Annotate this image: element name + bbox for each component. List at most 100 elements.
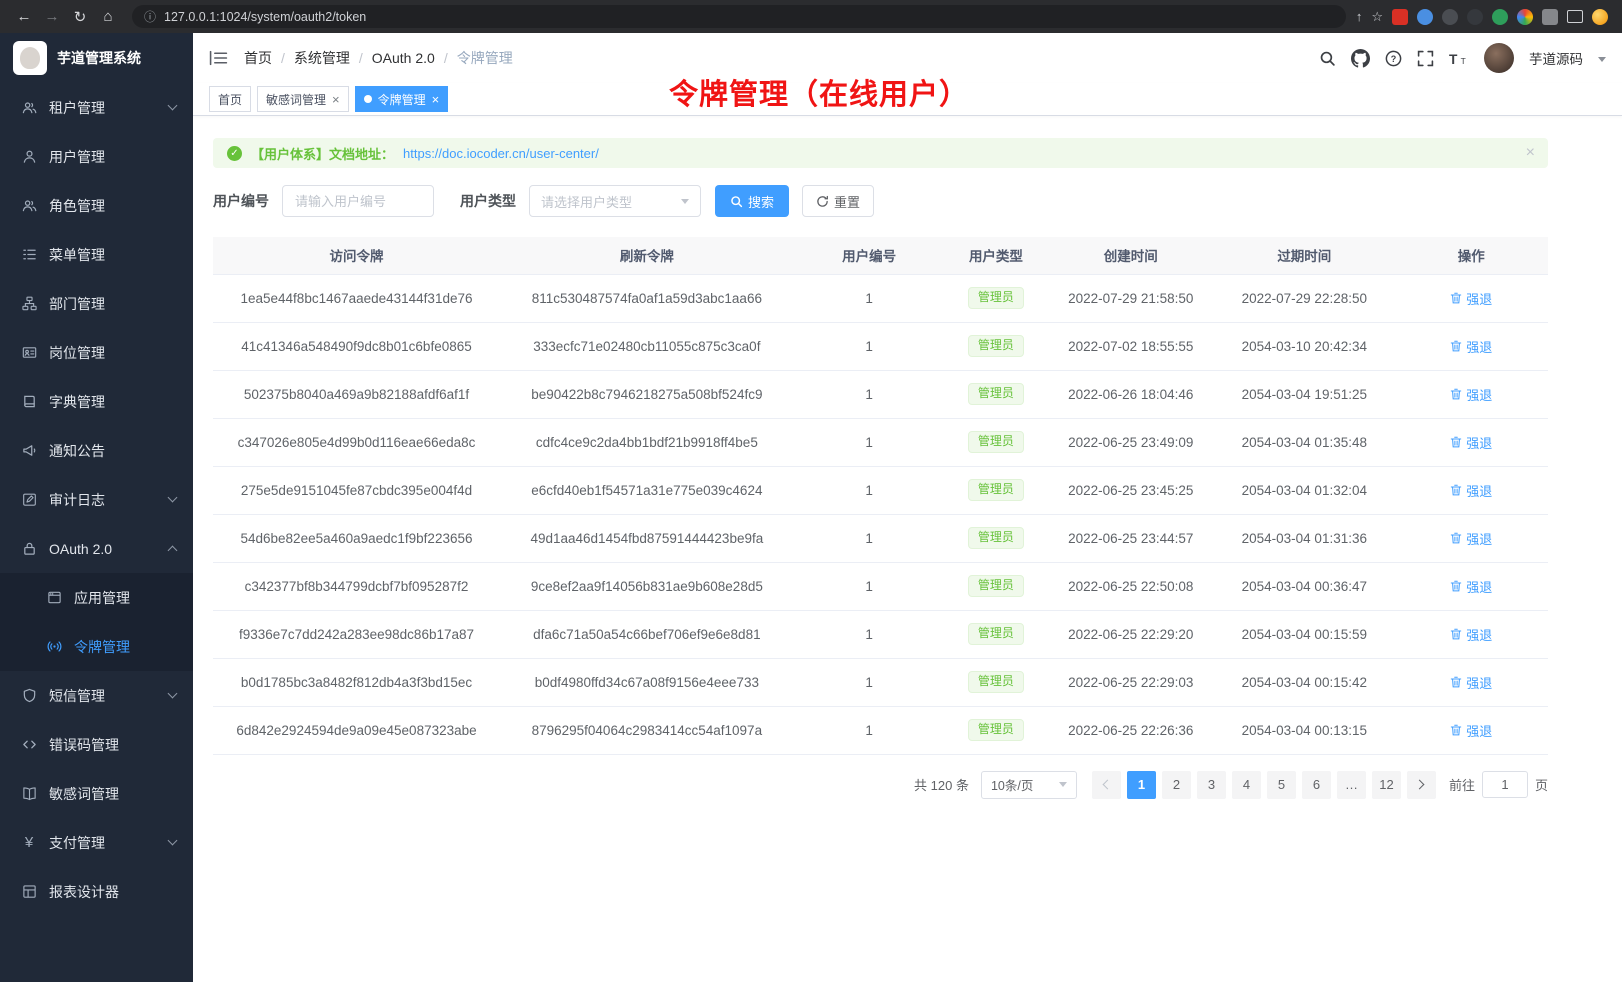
sidebar-item-report-designer[interactable]: 报表设计器	[0, 867, 193, 916]
access-token-cell: 1ea5e44f8bc1467aaede43144f31de76	[213, 274, 500, 322]
extension-icon-colorful[interactable]	[1517, 9, 1533, 25]
sidebar-item-role[interactable]: 角色管理	[0, 181, 193, 230]
goto-page-input[interactable]	[1482, 771, 1528, 798]
page-button[interactable]: 3	[1197, 771, 1226, 799]
bookmark-star-icon[interactable]: ☆	[1371, 9, 1383, 25]
close-icon[interactable]: ×	[1526, 144, 1535, 162]
access-token-cell: 275e5de9151045fe87cbdc395e004f4d	[213, 466, 500, 514]
created-at-cell: 2022-06-25 22:29:03	[1047, 658, 1214, 706]
page-button[interactable]: 4	[1232, 771, 1261, 799]
force-logout-button[interactable]: 强退	[1450, 481, 1492, 500]
force-logout-button[interactable]: 强退	[1450, 385, 1492, 404]
tab-home[interactable]: 首页	[209, 86, 251, 112]
extension-icon-red[interactable]	[1392, 9, 1408, 25]
alert-text: 【用户体系】文档地址：	[251, 144, 394, 163]
force-logout-button[interactable]: 强退	[1450, 625, 1492, 644]
tab-token-manage[interactable]: 令牌管理 ×	[355, 86, 449, 112]
sidebar-item-menu[interactable]: 菜单管理	[0, 230, 193, 279]
goto-page: 前往 页	[1449, 771, 1548, 798]
page-button[interactable]: 1	[1127, 771, 1156, 799]
url-bar[interactable]: ⓘ 127.0.0.1:1024/system/oauth2/token	[132, 5, 1346, 28]
font-size-icon[interactable]: TT	[1449, 51, 1469, 66]
extension-icon-dark2[interactable]	[1467, 9, 1483, 25]
refresh-token-cell: b0df4980ffd34c67a08f9156e4eee733	[500, 658, 794, 706]
profile-avatar-icon[interactable]	[1592, 9, 1608, 25]
close-icon[interactable]: ×	[332, 93, 340, 106]
force-logout-button[interactable]: 强退	[1450, 289, 1492, 308]
goto-suffix: 页	[1535, 775, 1548, 794]
sidebar-toggle-button[interactable]	[209, 50, 228, 66]
site-info-icon[interactable]: ⓘ	[144, 8, 156, 25]
sidebar-item-dept[interactable]: 部门管理	[0, 279, 193, 328]
sidebar-item-notice[interactable]: 通知公告	[0, 426, 193, 475]
page-button[interactable]: 2	[1162, 771, 1191, 799]
side-panel-icon[interactable]	[1567, 10, 1583, 23]
sidebar-item-post[interactable]: 岗位管理	[0, 328, 193, 377]
breadcrumb-system[interactable]: 系统管理	[294, 48, 372, 68]
breadcrumb-oauth2[interactable]: OAuth 2.0	[372, 50, 457, 66]
expires-at-cell: 2054-03-10 20:42:34	[1214, 322, 1394, 370]
chevron-down-icon[interactable]	[1598, 57, 1606, 62]
extensions-puzzle-icon[interactable]	[1542, 9, 1558, 25]
sidebar-item-payment[interactable]: ¥ 支付管理	[0, 818, 193, 867]
sidebar-item-audit-log[interactable]: 审计日志	[0, 475, 193, 524]
browser-home-button[interactable]: ⌂	[94, 8, 122, 25]
help-icon[interactable]: ?	[1385, 50, 1402, 67]
search-icon[interactable]	[1319, 50, 1336, 67]
page-button[interactable]: …	[1337, 771, 1366, 799]
extension-icon-green[interactable]	[1492, 9, 1508, 25]
github-icon[interactable]	[1351, 49, 1370, 68]
page-button[interactable]: 6	[1302, 771, 1331, 799]
force-logout-button[interactable]: 强退	[1450, 577, 1492, 596]
sidebar-item-oauth2[interactable]: OAuth 2.0	[0, 524, 193, 573]
browser-reload-button[interactable]: ↻	[66, 8, 94, 26]
close-icon[interactable]: ×	[432, 93, 440, 106]
force-logout-button[interactable]: 强退	[1450, 529, 1492, 548]
force-logout-button[interactable]: 强退	[1450, 721, 1492, 740]
sidebar-item-user[interactable]: 用户管理	[0, 132, 193, 181]
page-size-select[interactable]: 10条/页	[981, 771, 1077, 799]
edit-icon	[21, 492, 37, 508]
app-logo[interactable]: 芋道管理系统	[0, 33, 193, 83]
next-page-button[interactable]	[1407, 771, 1436, 799]
sidebar-item-token-manage[interactable]: 令牌管理	[0, 622, 193, 671]
breadcrumb: 首页 系统管理 OAuth 2.0 令牌管理	[244, 48, 513, 68]
sidebar-item-dict[interactable]: 字典管理	[0, 377, 193, 426]
created-at-cell: 2022-07-02 18:55:55	[1047, 322, 1214, 370]
window-icon	[46, 590, 62, 606]
prev-page-button[interactable]	[1092, 771, 1121, 799]
breadcrumb-home[interactable]: 首页	[244, 48, 294, 68]
page-button[interactable]: 5	[1267, 771, 1296, 799]
force-logout-button[interactable]: 强退	[1450, 673, 1492, 692]
sidebar-item-error-code[interactable]: 错误码管理	[0, 720, 193, 769]
share-icon[interactable]: ↑	[1356, 9, 1363, 24]
force-logout-button[interactable]: 强退	[1450, 337, 1492, 356]
extension-icon-blue[interactable]	[1417, 9, 1433, 25]
expires-at-cell: 2054-03-04 00:15:59	[1214, 610, 1394, 658]
col-user-type: 用户类型	[945, 237, 1048, 274]
sidebar-item-app-manage[interactable]: 应用管理	[0, 573, 193, 622]
sidebar-item-tenant[interactable]: 租户管理	[0, 83, 193, 132]
user-type-select[interactable]: 请选择用户类型	[529, 185, 701, 217]
user-id-input[interactable]	[282, 185, 434, 217]
user-avatar[interactable]	[1484, 43, 1514, 73]
doc-link[interactable]: https://doc.iocoder.cn/user-center/	[403, 146, 599, 161]
sidebar-item-sms[interactable]: 短信管理	[0, 671, 193, 720]
user-type-badge: 管理员	[968, 623, 1024, 646]
id-card-icon	[21, 345, 37, 361]
actions-cell: 强退	[1394, 370, 1548, 418]
extension-icon-dark[interactable]	[1442, 9, 1458, 25]
search-button[interactable]: 搜索	[715, 185, 789, 217]
sidebar-item-sensitive-word[interactable]: 敏感词管理	[0, 769, 193, 818]
browser-forward-button[interactable]: →	[38, 8, 66, 25]
reset-button[interactable]: 重置	[802, 185, 874, 217]
actions-cell: 强退	[1394, 418, 1548, 466]
tab-sensitive-word[interactable]: 敏感词管理 ×	[257, 86, 349, 112]
force-logout-button[interactable]: 强退	[1450, 433, 1492, 452]
page-button[interactable]: 12	[1372, 771, 1401, 799]
fullscreen-icon[interactable]	[1417, 50, 1434, 67]
browser-back-button[interactable]: ←	[10, 8, 38, 25]
browser-toolbar: ← → ↻ ⌂ ⓘ 127.0.0.1:1024/system/oauth2/t…	[0, 0, 1622, 33]
username[interactable]: 芋道源码	[1529, 48, 1583, 68]
refresh-token-cell: 333ecfc71e02480cb11055c875c3ca0f	[500, 322, 794, 370]
